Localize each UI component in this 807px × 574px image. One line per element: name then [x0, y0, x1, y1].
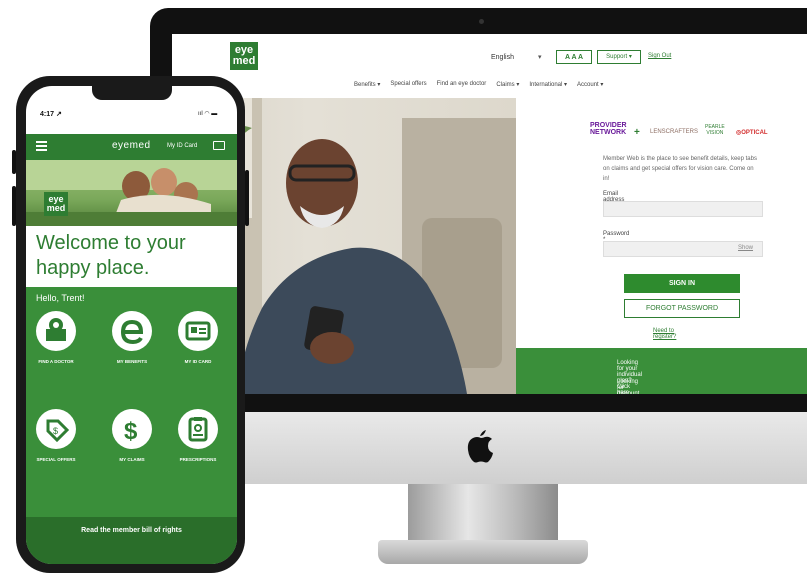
provider-network-logo: PROVIDER NETWORK	[590, 122, 627, 136]
welcome-heading-line2: happy place.	[36, 257, 150, 279]
imac-chin	[232, 412, 807, 484]
apple-icon	[466, 428, 496, 464]
nav-international[interactable]: International ▾	[529, 81, 567, 88]
greeting: Hello, Trent!	[36, 293, 85, 303]
imac-stand-neck	[408, 484, 558, 544]
tile-label: SPECIAL OFFERS	[36, 457, 76, 462]
imac-camera	[479, 19, 484, 24]
dollar-icon: $	[112, 409, 152, 449]
lenscrafters-logo: LENSCRAFTERS	[650, 129, 699, 135]
imac-stand-foot	[378, 540, 588, 564]
clipboard-icon	[178, 409, 218, 449]
menu-icon[interactable]	[36, 141, 47, 151]
eyemed-hero-logo: eye med	[44, 192, 68, 216]
nav-claims[interactable]: Claims ▾	[496, 81, 519, 88]
map-pin-icon	[36, 311, 76, 351]
phone-power-button	[245, 170, 249, 226]
plan-links-footer	[516, 348, 807, 394]
eyemed-wordmark: eyemed	[112, 140, 151, 151]
language-select[interactable]: English	[491, 54, 514, 61]
tile-label: MY CLAIMS	[119, 457, 145, 462]
status-time: 4:17 ↗	[40, 111, 62, 118]
discount-plans-link[interactable]: Looking for discount plans? Find them no…	[617, 379, 639, 394]
id-card-header-label[interactable]: My ID Card	[167, 143, 197, 149]
pearle-vision-logo: PEARLE VISION	[705, 124, 725, 136]
bill-of-rights-link[interactable]: Read the member bill of rights	[26, 527, 237, 534]
id-card-icon	[178, 311, 218, 351]
forgot-password-button[interactable]: FORGOT PASSWORD	[624, 299, 740, 318]
nav-special-offers[interactable]: Special offers	[390, 81, 426, 88]
text-size-button[interactable]: A A A	[556, 50, 592, 64]
welcome-heading-line1: Welcome to your	[36, 232, 186, 254]
id-card-icon[interactable]	[213, 141, 225, 150]
nav-account[interactable]: Account ▾	[577, 81, 603, 88]
tile-label: PRESCRIPTIONS	[179, 457, 217, 462]
phone-footer	[26, 517, 237, 564]
register-link[interactable]: Need to register?	[653, 328, 676, 340]
eyemed-logo[interactable]: eye med	[230, 42, 258, 70]
intro-text: Member Web is the place to see benefit d…	[603, 156, 757, 182]
sign-in-button[interactable]: SIGN IN	[624, 274, 740, 293]
main-nav: Benefits ▾ Special offers Find an eye do…	[354, 81, 603, 88]
sign-out-link[interactable]: Sign Out	[648, 53, 671, 59]
show-password-link[interactable]: Show	[738, 245, 753, 251]
price-tag-icon: $	[36, 409, 76, 449]
tile-label: MY BENEFITS	[116, 359, 148, 364]
desktop-screen: eye med English ▾ A A A Support ▾ Sign O…	[172, 34, 807, 394]
tile-label: MY ID CARD	[184, 359, 212, 364]
phone-notch	[92, 86, 172, 100]
svg-text:$: $	[124, 418, 138, 445]
svg-text:$: $	[53, 426, 58, 436]
tile-label: FIND A DOCTOR	[38, 359, 74, 364]
eyemed-e-icon	[112, 311, 152, 351]
nav-find-eye-doctor[interactable]: Find an eye doctor	[437, 81, 487, 88]
status-icons: ııl ◠ ▬	[198, 111, 218, 117]
plus-icon: +	[634, 127, 640, 138]
nav-benefits[interactable]: Benefits ▾	[354, 81, 380, 88]
target-optical-logo: ◎OPTICAL	[736, 130, 768, 136]
email-field[interactable]	[603, 201, 763, 217]
chevron-down-icon[interactable]: ▾	[538, 53, 542, 61]
phone-screen: 4:17 ↗ ııl ◠ ▬ eyemed My ID Card eye med…	[26, 86, 237, 564]
support-menu-button[interactable]: Support ▾	[597, 50, 641, 64]
